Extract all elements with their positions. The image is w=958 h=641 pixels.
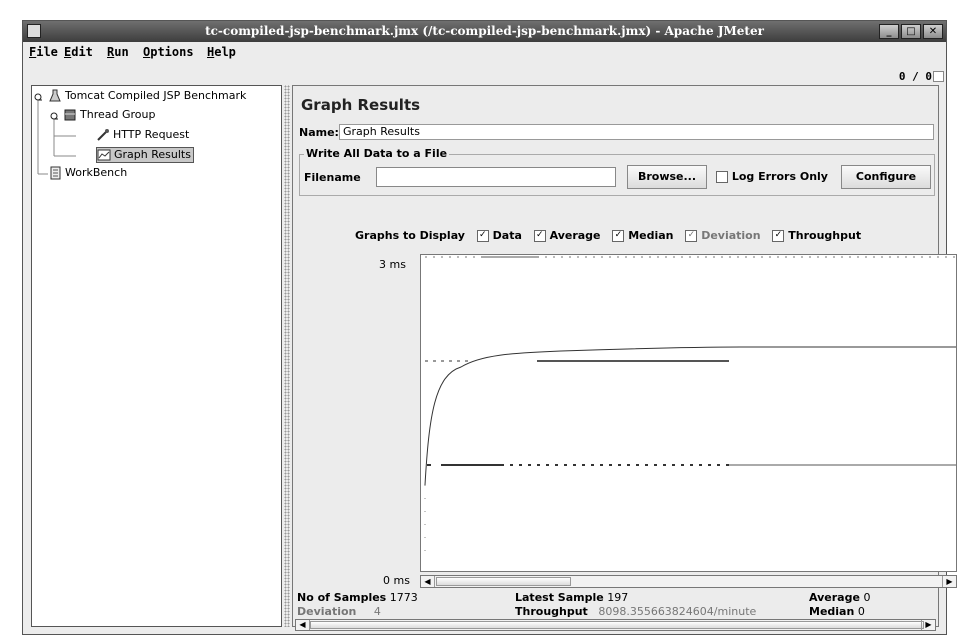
- samples-stat: No of Samples 1773: [297, 591, 418, 604]
- average-checkbox[interactable]: ✓: [533, 230, 546, 242]
- deviation-checkbox[interactable]: ✓: [685, 230, 698, 242]
- title-bar[interactable]: tc-compiled-jsp-benchmark.jmx (/tc-compi…: [23, 21, 946, 42]
- tree-node-http-request[interactable]: HTTP Request: [96, 128, 189, 142]
- tree-node-thread-group[interactable]: Thread Group: [63, 108, 155, 122]
- tree-node-test-plan[interactable]: Tomcat Compiled JSP Benchmark: [48, 89, 246, 103]
- panel-scrollbar[interactable]: ◀ ▶: [295, 619, 936, 631]
- test-plan-tree: Tomcat Compiled JSP Benchmark Thread Gro…: [31, 85, 282, 627]
- active-threads-counter: 0 / 0: [898, 70, 932, 83]
- log-errors-checkbox[interactable]: [716, 171, 728, 183]
- option-data[interactable]: ✓ Data: [476, 229, 522, 242]
- pipette-icon: [96, 128, 110, 142]
- option-deviation[interactable]: ✓ Deviation: [685, 229, 761, 242]
- browse-button[interactable]: Browse...: [627, 165, 707, 189]
- menu-options[interactable]: Options: [143, 45, 194, 59]
- tree-node-graph-results[interactable]: Graph Results: [96, 147, 194, 163]
- jmeter-window: tc-compiled-jsp-benchmark.jmx (/tc-compi…: [22, 20, 957, 635]
- median-checkbox[interactable]: ✓: [612, 230, 625, 242]
- graph-canvas: [420, 254, 957, 572]
- notepad-icon: [48, 166, 62, 180]
- filename-input[interactable]: [376, 167, 616, 187]
- graph-icon: [97, 148, 111, 162]
- y-axis-max-label: 3 ms: [379, 258, 406, 271]
- median-stat: Median 0: [809, 605, 865, 618]
- menu-run[interactable]: Run: [107, 45, 129, 59]
- deviation-stat: Deviation 4: [297, 605, 381, 618]
- flask-icon: [48, 89, 62, 103]
- window-title: tc-compiled-jsp-benchmark.jmx (/tc-compi…: [205, 24, 764, 38]
- option-throughput[interactable]: ✓ Throughput: [772, 229, 861, 242]
- tree-lines: [34, 93, 76, 175]
- filename-label: Filename: [304, 171, 361, 184]
- write-to-file-group: Write All Data to a File Filename Browse…: [299, 147, 935, 196]
- y-axis-min-label: 0 ms: [383, 574, 410, 587]
- menu-file[interactable]: File: [29, 45, 58, 59]
- throughput-stat: Throughput 8098.355663824604/minute: [515, 605, 757, 618]
- menu-bar: File Edit Run Options Help: [23, 43, 946, 63]
- name-label: Name:: [299, 126, 339, 139]
- status-indicator: [933, 71, 944, 82]
- graph-plot: [424, 256, 956, 555]
- option-median[interactable]: ✓ Median: [612, 229, 674, 242]
- option-average[interactable]: ✓ Average: [533, 229, 601, 242]
- log-errors-option[interactable]: Log Errors Only: [716, 170, 828, 183]
- menu-edit[interactable]: Edit: [64, 45, 93, 59]
- menu-help[interactable]: Help: [207, 45, 236, 59]
- close-button[interactable]: ✕: [923, 24, 943, 39]
- minimize-button[interactable]: _: [879, 24, 899, 39]
- spool-icon: [63, 108, 77, 122]
- split-pane-divider[interactable]: [284, 85, 290, 627]
- maximize-button[interactable]: □: [901, 24, 921, 39]
- scroll-right-arrow[interactable]: ▶: [942, 576, 956, 587]
- scroll-left-arrow[interactable]: ◀: [421, 576, 435, 587]
- graph-results-panel: Graph Results Name: Graph Results Write …: [292, 85, 957, 631]
- graph-scrollbar[interactable]: ◀ ▶: [420, 575, 957, 588]
- window-controls: _ □ ✕: [879, 24, 943, 39]
- scroll-thumb[interactable]: [436, 577, 571, 586]
- panel-scroll-left[interactable]: ◀: [296, 620, 310, 630]
- configure-button[interactable]: Configure: [841, 165, 931, 189]
- name-input[interactable]: Graph Results: [339, 124, 934, 140]
- write-to-file-legend: Write All Data to a File: [304, 147, 450, 160]
- latest-sample-stat: Latest Sample 197: [515, 591, 629, 604]
- panel-scroll-right[interactable]: ▶: [921, 620, 935, 630]
- panel-title: Graph Results: [301, 96, 421, 114]
- average-stat: Average 0: [809, 591, 871, 604]
- throughput-checkbox[interactable]: ✓: [772, 230, 785, 242]
- data-checkbox[interactable]: ✓: [476, 230, 489, 242]
- panel-scroll-thumb[interactable]: [310, 621, 924, 629]
- tree-node-workbench[interactable]: WorkBench: [48, 166, 127, 180]
- graphs-to-display-row: Graphs to Display ✓ Data ✓ Average ✓ Med…: [355, 229, 862, 242]
